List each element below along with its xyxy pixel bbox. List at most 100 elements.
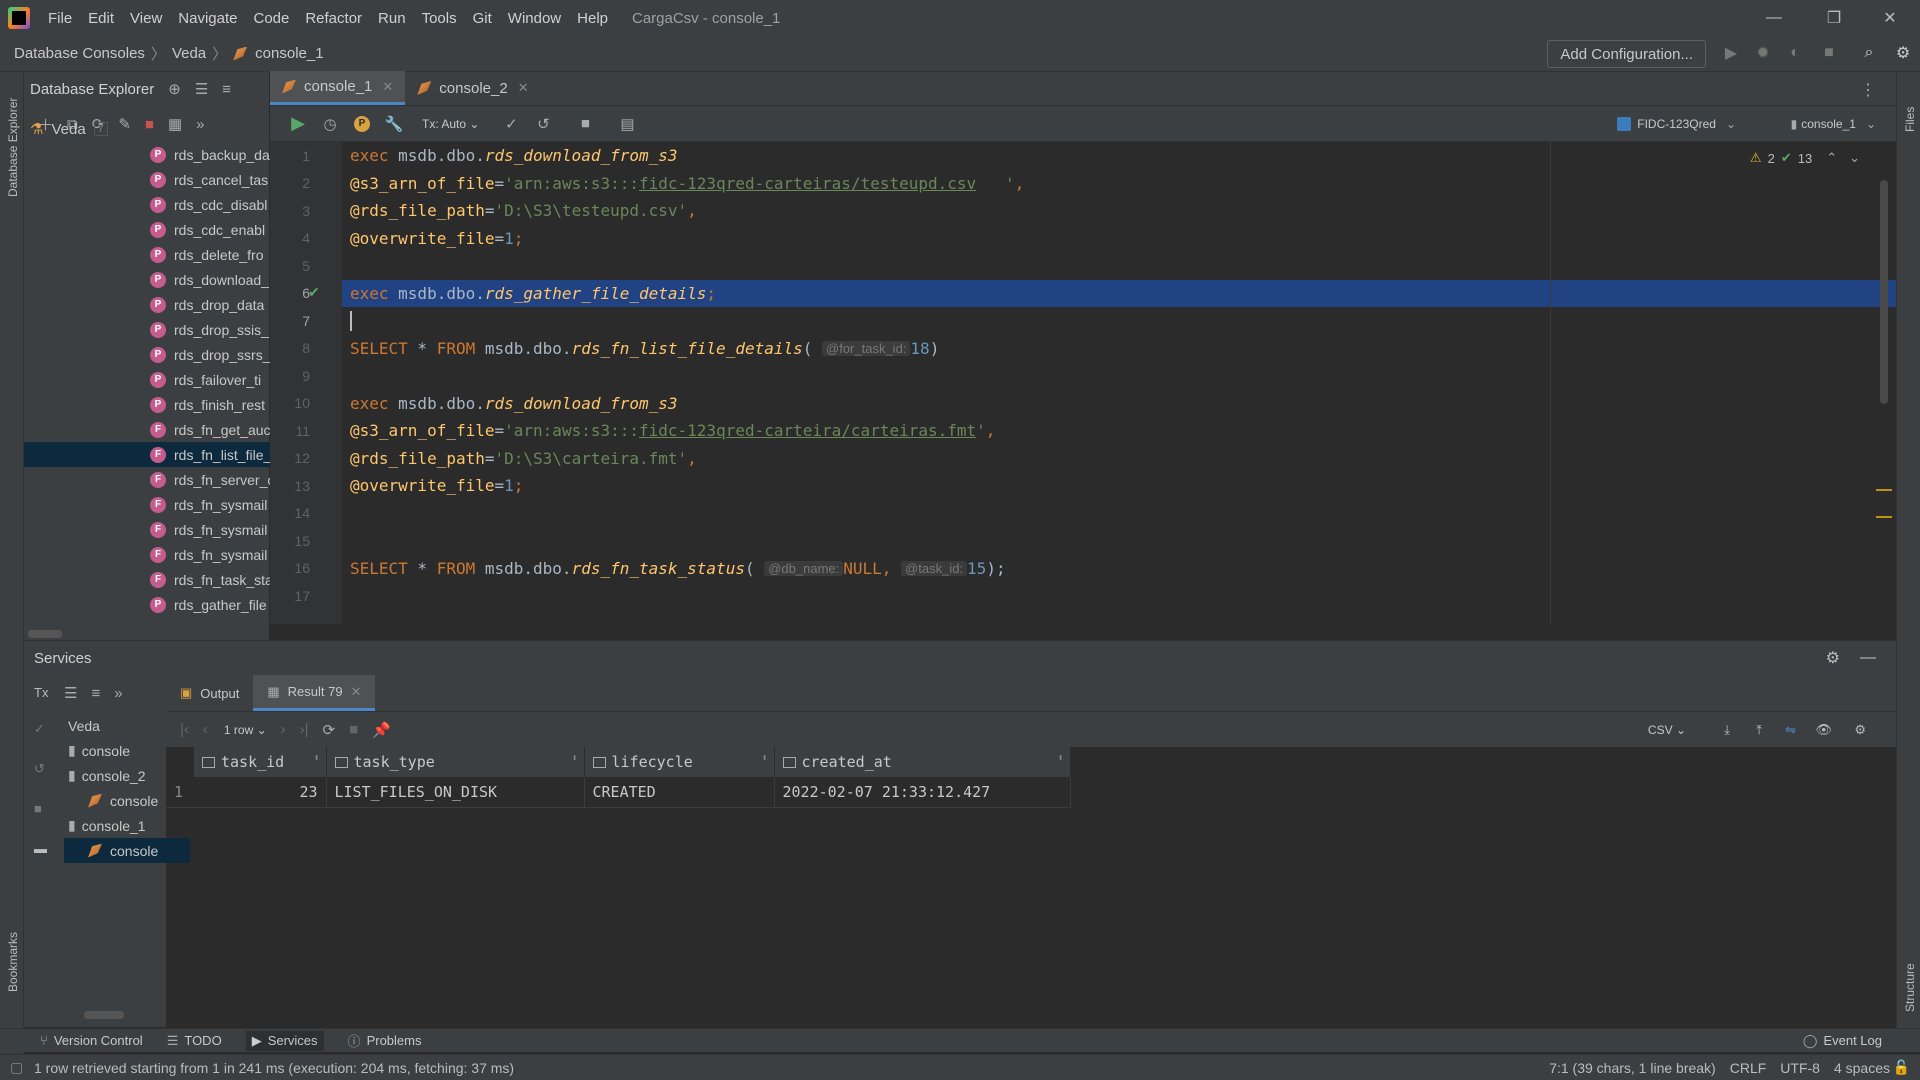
- locate-icon[interactable]: ⊕: [168, 80, 181, 98]
- last-page-icon[interactable]: ›|: [300, 721, 309, 738]
- tree-item-procedure[interactable]: Frds_fn_task_sta: [24, 567, 270, 592]
- menu-view[interactable]: View: [122, 10, 170, 27]
- menu-help[interactable]: Help: [569, 10, 616, 27]
- refresh-icon[interactable]: ⟳: [323, 721, 336, 739]
- line-number[interactable]: 14: [270, 500, 342, 528]
- menu-navigate[interactable]: Navigate: [170, 10, 245, 27]
- export-format-select[interactable]: CSV ⌄: [1648, 723, 1686, 737]
- layout-icon[interactable]: ▬: [34, 841, 47, 856]
- tree-item-procedure[interactable]: Prds_delete_fro: [24, 242, 270, 267]
- results-layout-icon[interactable]: ▤: [613, 110, 641, 138]
- line-number[interactable]: 4: [270, 225, 342, 253]
- tree-root[interactable]: ⚗ Veda 7: [24, 116, 270, 142]
- settings-wrench-icon[interactable]: 🔧: [380, 110, 408, 138]
- tab-console-2[interactable]: console_2 ✕: [405, 71, 540, 105]
- status-toggle-icon[interactable]: ▢: [10, 1059, 23, 1076]
- line-number[interactable]: 3: [270, 197, 342, 225]
- menu-run[interactable]: Run: [370, 10, 414, 27]
- tab-console-1[interactable]: console_1 ✕: [270, 71, 406, 105]
- line-number[interactable]: 12: [270, 445, 342, 473]
- profiler-icon[interactable]: P: [348, 110, 376, 138]
- column-header-created-at[interactable]: created_at ⬍: [774, 747, 1071, 777]
- pin-icon[interactable]: 📌: [372, 721, 391, 739]
- tree-item-procedure[interactable]: Prds_cancel_tas: [24, 167, 270, 192]
- tree-item-procedure[interactable]: Frds_fn_sysmail: [24, 517, 270, 542]
- menu-refactor[interactable]: Refactor: [297, 10, 370, 27]
- expand-all-icon[interactable]: ☰: [195, 80, 208, 98]
- gear-icon[interactable]: ⚙: [1854, 722, 1866, 738]
- collapse-all-icon[interactable]: ≡: [91, 685, 100, 702]
- file-encoding[interactable]: UTF-8: [1780, 1060, 1820, 1076]
- stop-icon[interactable]: ■: [1818, 42, 1840, 64]
- gear-icon[interactable]: ⚙: [1892, 42, 1914, 64]
- table-row[interactable]: 1 23 LIST_FILES_ON_DISK CREATED 2022-02-…: [166, 777, 1071, 808]
- tree-item-procedure[interactable]: Prds_cdc_disabl: [24, 192, 270, 217]
- session-select[interactable]: ▮ console_1 ⌄: [1791, 117, 1876, 131]
- horizontal-scrollbar[interactable]: [84, 1011, 124, 1019]
- bookmarks-strip-button[interactable]: Bookmarks: [6, 932, 20, 992]
- line-separator[interactable]: CRLF: [1730, 1060, 1767, 1076]
- history-icon[interactable]: ◷: [316, 110, 344, 138]
- horizontal-scrollbar[interactable]: [28, 630, 62, 638]
- menu-file[interactable]: File: [40, 10, 80, 27]
- line-number[interactable]: 9: [270, 362, 342, 390]
- files-strip-button[interactable]: Files: [1903, 107, 1917, 132]
- search-icon[interactable]: ⌕: [1858, 42, 1880, 64]
- tree-item-procedure[interactable]: Prds_download_: [24, 267, 270, 292]
- close-icon[interactable]: ✕: [351, 684, 362, 700]
- menu-edit[interactable]: Edit: [80, 10, 122, 27]
- breadcrumb-veda[interactable]: Veda: [172, 45, 206, 62]
- coverage-icon[interactable]: ◐: [1784, 42, 1806, 64]
- tab-result[interactable]: ▦ Result 79 ✕: [253, 675, 376, 711]
- chevron-down-icon[interactable]: ⌄: [1849, 150, 1860, 166]
- rollback-icon[interactable]: ↺: [34, 761, 45, 777]
- line-number[interactable]: 5: [270, 252, 342, 280]
- more-options-icon[interactable]: ⋮: [1860, 80, 1876, 100]
- collapse-all-icon[interactable]: ≡: [222, 81, 231, 98]
- close-icon[interactable]: ✕: [382, 79, 393, 95]
- add-configuration-button[interactable]: Add Configuration...: [1547, 40, 1706, 68]
- commit-icon[interactable]: ✓: [497, 110, 525, 138]
- breadcrumb-console[interactable]: console_1: [255, 45, 323, 62]
- rows-select[interactable]: 1 row ⌄: [224, 723, 267, 737]
- tree-item-procedure[interactable]: Prds_drop_data: [24, 292, 270, 317]
- todo-button[interactable]: ☰ TODO: [167, 1033, 222, 1049]
- service-node-selected[interactable]: console: [64, 838, 190, 863]
- service-node[interactable]: ▮ console_1: [64, 813, 190, 838]
- line-number[interactable]: 16: [270, 555, 342, 583]
- tx-icon[interactable]: Tx: [34, 685, 48, 700]
- column-header-lifecycle[interactable]: lifecycle ⬍: [584, 747, 775, 777]
- tree-item-procedure[interactable]: Prds_drop_ssrs_: [24, 342, 270, 367]
- menu-git[interactable]: Git: [465, 10, 500, 27]
- column-header-task-type[interactable]: task_type ⬍: [326, 747, 585, 777]
- gear-icon[interactable]: ⚙: [1826, 648, 1840, 668]
- line-number[interactable]: 13: [270, 472, 342, 500]
- datasource-select[interactable]: FIDC-123Qred ⌄: [1617, 116, 1736, 131]
- next-page-icon[interactable]: ›: [281, 721, 286, 738]
- column-header-task-id[interactable]: task_id ⬍: [194, 747, 327, 777]
- expand-all-icon[interactable]: ☰: [64, 684, 77, 702]
- version-control-button[interactable]: ⑂ Version Control: [40, 1033, 143, 1048]
- line-number[interactable]: 2: [270, 170, 342, 198]
- line-number[interactable]: 10: [270, 390, 342, 418]
- stop-icon[interactable]: ■: [34, 801, 42, 816]
- stop-icon[interactable]: ■: [349, 721, 358, 738]
- cell-task-type[interactable]: LIST_FILES_ON_DISK: [326, 777, 585, 808]
- structure-strip-button[interactable]: Structure: [1903, 963, 1917, 1012]
- tree-item-procedure[interactable]: Frds_fn_get_auc: [24, 417, 270, 442]
- code-editor[interactable]: exec msdb.dbo. rds_download_from_s3 @s3_a…: [342, 142, 1896, 624]
- line-number[interactable]: 15: [270, 527, 342, 555]
- commit-icon[interactable]: ✓: [34, 721, 45, 737]
- event-log-button[interactable]: ◯ Event Log: [1803, 1033, 1882, 1049]
- cancel-icon[interactable]: ■: [571, 110, 599, 138]
- run-icon[interactable]: ▶: [1720, 42, 1742, 64]
- problems-button[interactable]: ⓘ Problems: [348, 1031, 422, 1050]
- tree-item-procedure[interactable]: Prds_finish_rest: [24, 392, 270, 417]
- services-button[interactable]: ▶ Services: [245, 1030, 324, 1051]
- download-icon[interactable]: ⤓: [1724, 722, 1730, 738]
- tree-item-procedure[interactable]: Frds_fn_list_file_: [24, 442, 270, 467]
- tree-item-procedure[interactable]: Prds_backup_da: [24, 142, 270, 167]
- tree-item-procedure[interactable]: Frds_fn_sysmail: [24, 492, 270, 517]
- first-page-icon[interactable]: |‹: [180, 721, 189, 738]
- tree-item-procedure[interactable]: Prds_cdc_enabl: [24, 217, 270, 242]
